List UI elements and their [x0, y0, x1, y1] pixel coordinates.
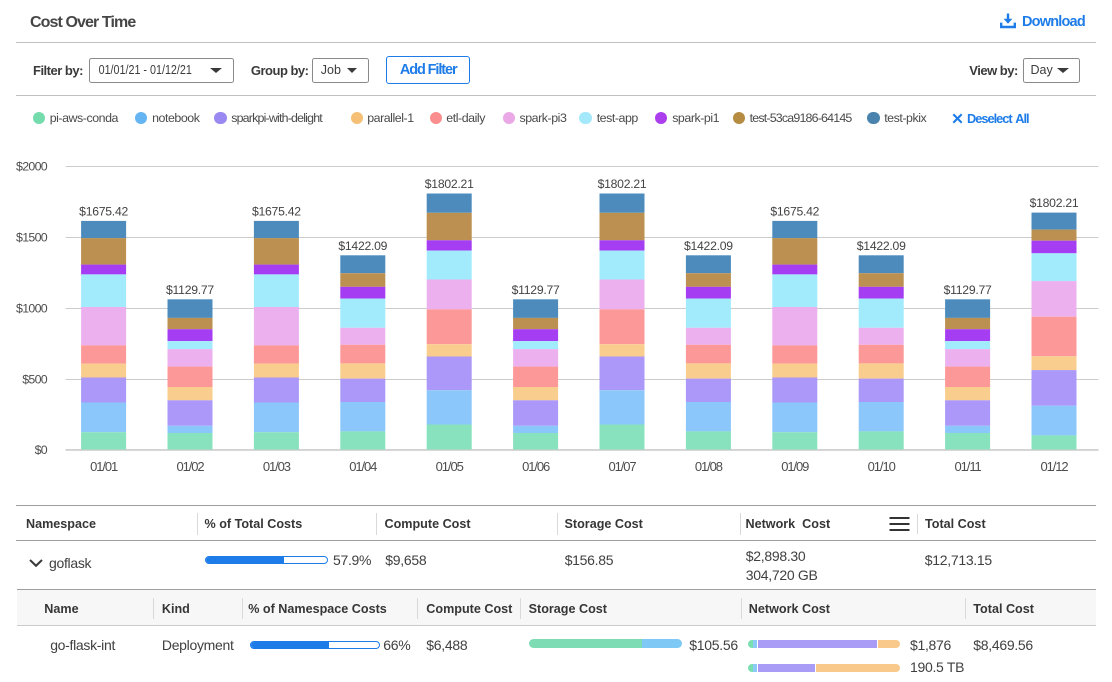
svg-text:01/07: 01/07 [608, 459, 636, 474]
svg-text:$1675.42: $1675.42 [770, 204, 819, 218]
svg-text:01/09: 01/09 [781, 459, 809, 474]
svg-text:$2000: $2000 [16, 160, 48, 174]
svg-text:01/02: 01/02 [176, 459, 204, 474]
svg-text:$1000: $1000 [16, 302, 48, 316]
svg-text:01/12: 01/12 [1040, 459, 1068, 474]
svg-text:$1802.21: $1802.21 [598, 177, 647, 191]
svg-text:$1422.09: $1422.09 [684, 239, 733, 253]
svg-text:$1675.42: $1675.42 [252, 204, 301, 218]
svg-text:$500: $500 [22, 373, 48, 387]
svg-text:01/04: 01/04 [349, 459, 377, 474]
svg-text:01/01: 01/01 [90, 459, 118, 474]
svg-text:01/11: 01/11 [955, 459, 982, 474]
svg-text:$0: $0 [35, 443, 48, 457]
svg-text:$1129.77: $1129.77 [944, 283, 992, 297]
svg-text:$1500: $1500 [16, 231, 48, 245]
svg-text:$1422.09: $1422.09 [857, 239, 906, 253]
svg-text:$1129.77: $1129.77 [166, 283, 214, 297]
svg-text:01/10: 01/10 [868, 459, 896, 474]
svg-text:01/03: 01/03 [263, 459, 291, 474]
svg-text:01/06: 01/06 [522, 459, 550, 474]
svg-text:$1422.09: $1422.09 [338, 239, 387, 253]
svg-text:01/05: 01/05 [436, 459, 464, 474]
svg-text:$1802.21: $1802.21 [1030, 196, 1079, 210]
svg-text:$1802.21: $1802.21 [425, 177, 474, 191]
svg-text:01/08: 01/08 [695, 459, 723, 474]
svg-text:$1129.77: $1129.77 [512, 283, 560, 297]
svg-text:$1675.42: $1675.42 [79, 204, 128, 218]
